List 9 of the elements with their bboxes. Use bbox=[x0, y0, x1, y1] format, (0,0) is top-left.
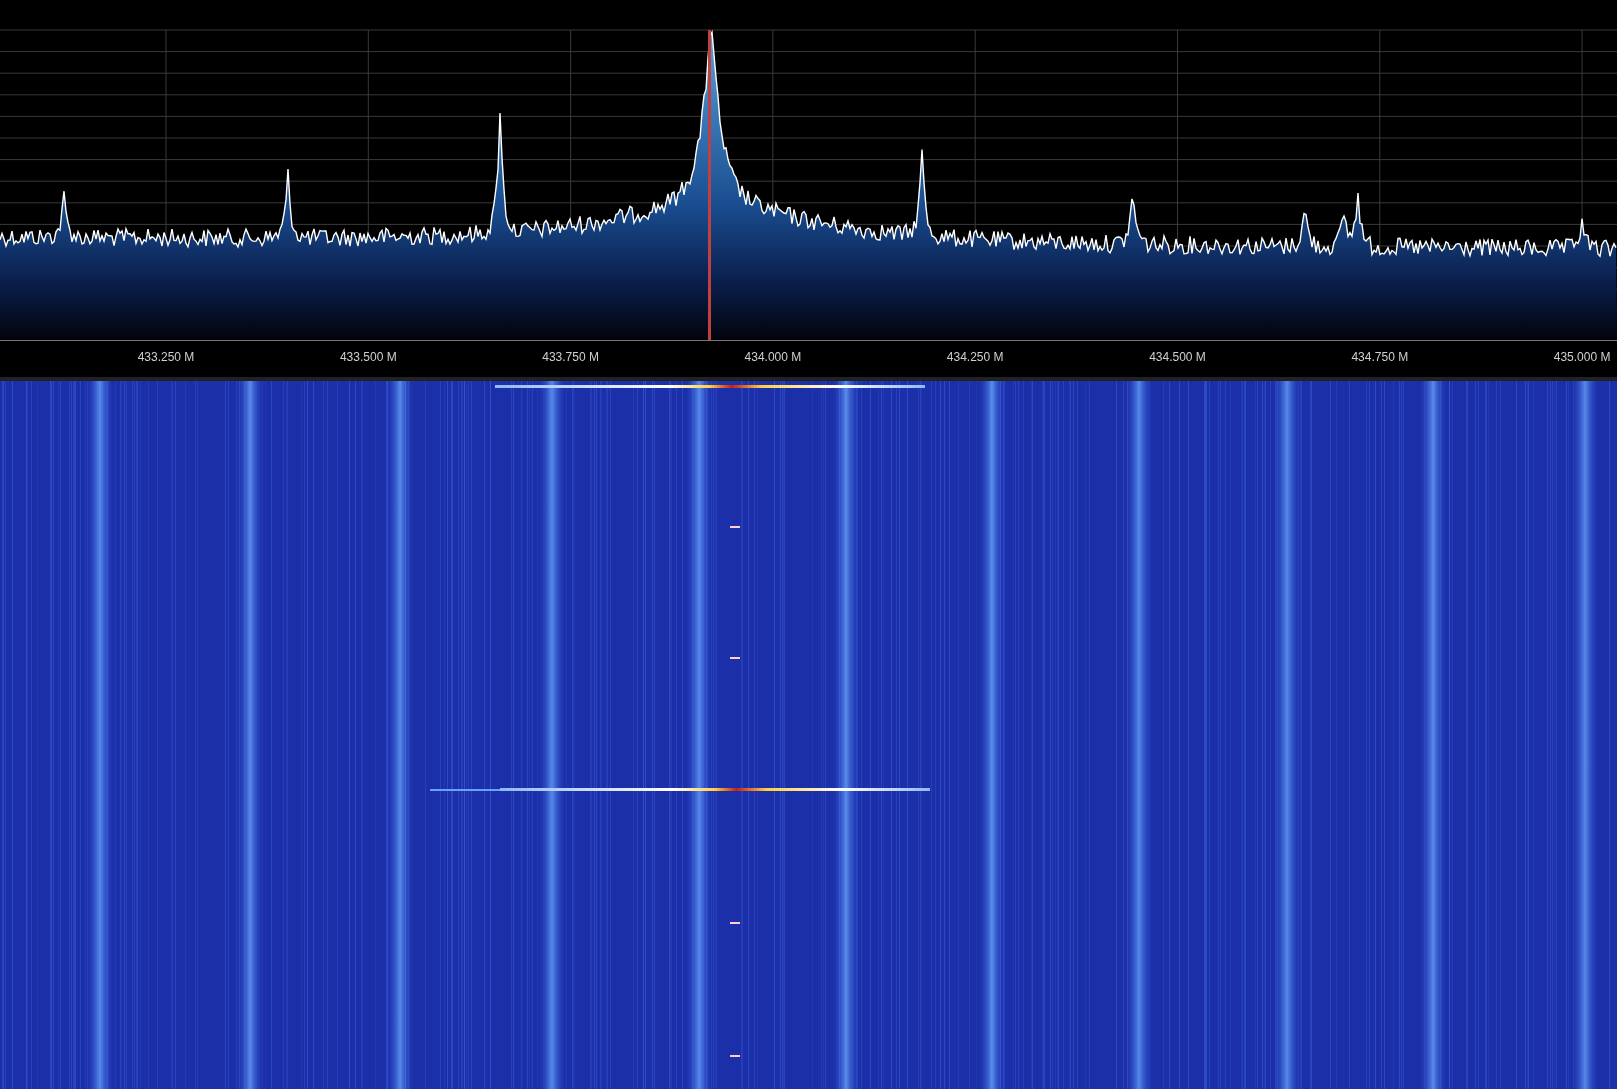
tuning-marker[interactable] bbox=[708, 30, 711, 340]
frequency-label: 434.750 M bbox=[1351, 350, 1409, 364]
frequency-label: 433.250 M bbox=[137, 350, 195, 364]
frequency-label: 434.250 M bbox=[946, 350, 1004, 364]
frequency-label: 433.750 M bbox=[542, 350, 599, 364]
frequency-label: 434.500 M bbox=[1149, 350, 1206, 364]
frequency-label: 434.000 M bbox=[744, 350, 802, 364]
frequency-label: 433.500 M bbox=[339, 350, 397, 364]
frequency-label: 435.000 M bbox=[1553, 350, 1611, 364]
